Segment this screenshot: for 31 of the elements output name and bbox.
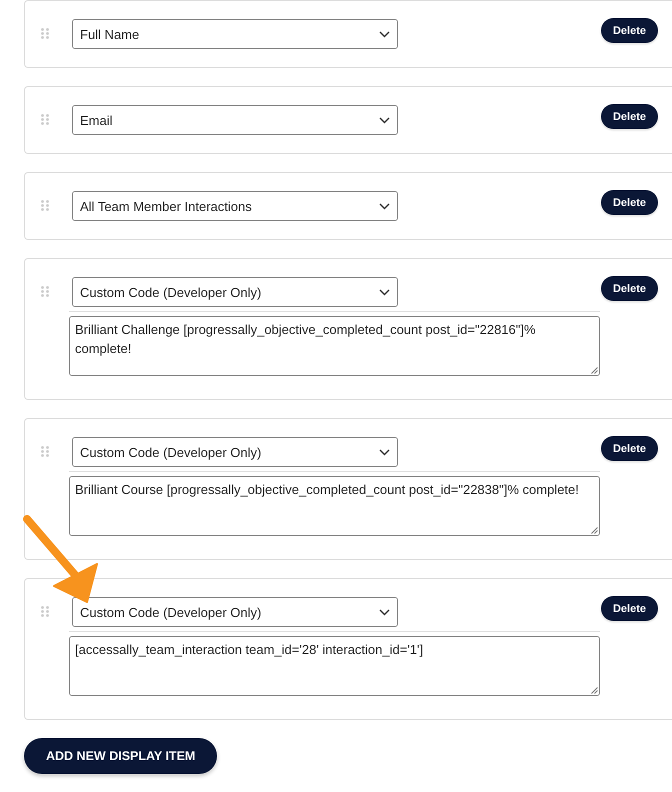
drag-handle-icon[interactable] (41, 200, 49, 211)
chevron-down-icon (379, 288, 390, 296)
drag-handle-icon[interactable] (41, 446, 49, 457)
delete-button[interactable]: Delete (601, 436, 658, 461)
drag-handle-icon[interactable] (41, 28, 49, 39)
chevron-down-icon (379, 202, 390, 210)
drag-handle-icon[interactable] (41, 286, 49, 297)
chevron-down-icon (379, 608, 390, 616)
resize-grip-icon[interactable] (591, 367, 598, 374)
field-select[interactable]: Custom Code (Developer Only) (72, 277, 398, 307)
drag-handle-icon[interactable] (41, 606, 49, 617)
resize-grip-icon[interactable] (591, 687, 598, 694)
drag-handle-icon[interactable] (41, 114, 49, 125)
field-select[interactable]: Custom Code (Developer Only) (72, 597, 398, 627)
resize-grip-icon[interactable] (591, 527, 598, 534)
code-textarea[interactable]: Brilliant Course [progressally_objective_completed_count post_id="22838"]% complete! (69, 476, 600, 536)
field-select[interactable]: All Team Member Interactions (72, 191, 398, 221)
chevron-down-icon (379, 448, 390, 456)
delete-button[interactable]: Delete (601, 190, 658, 215)
field-select[interactable]: Email (72, 105, 398, 135)
delete-button[interactable]: Delete (601, 276, 658, 301)
chevron-down-icon (379, 116, 390, 124)
chevron-down-icon (379, 30, 390, 38)
delete-button[interactable]: Delete (601, 18, 658, 43)
add-display-item-button[interactable]: ADD NEW DISPLAY ITEM (24, 738, 218, 774)
delete-button[interactable]: Delete (601, 596, 658, 621)
delete-button[interactable]: Delete (601, 104, 658, 129)
field-select[interactable]: Custom Code (Developer Only) (72, 437, 398, 467)
field-select[interactable]: Full Name (72, 19, 398, 49)
code-textarea[interactable]: [accessally_team_interaction team_id='28' interaction_id='1'] (69, 636, 600, 696)
code-textarea[interactable]: Brilliant Challenge [progressally_objective_completed_count post_id="22816"]% complete! (69, 316, 600, 376)
